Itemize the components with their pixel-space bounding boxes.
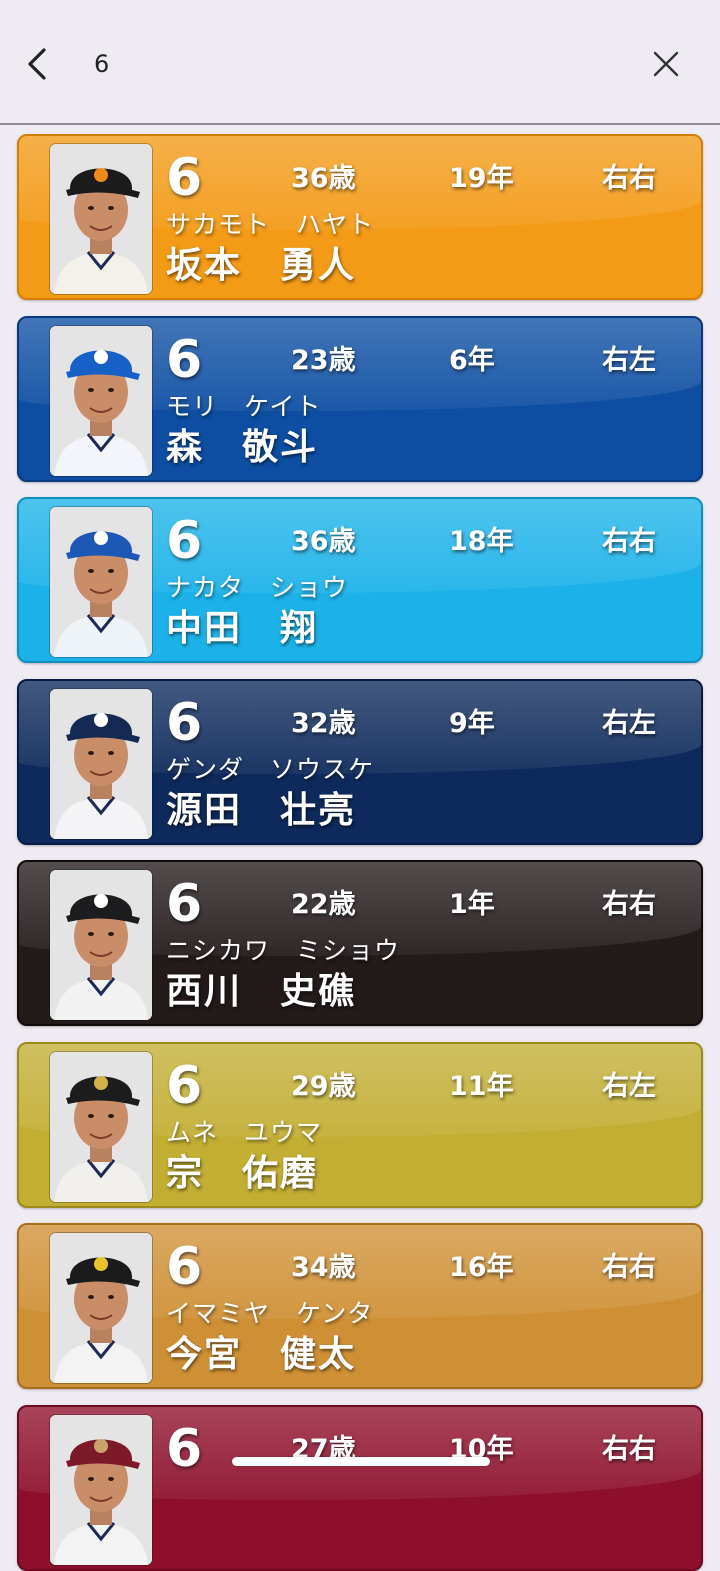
throw-bat-hand: 右右 xyxy=(602,889,656,920)
player-photo xyxy=(50,1414,152,1565)
player-name-kana: イマミヤ ケンタ xyxy=(166,1299,374,1328)
uniform-number: 6 xyxy=(166,329,203,390)
player-name-kana: モリ ケイト xyxy=(166,391,322,421)
player-photo xyxy=(50,507,152,657)
throw-bat-hand: 右右 xyxy=(602,163,656,194)
player-name-kana: ニシカワ ミショウ xyxy=(166,936,401,965)
clear-search-button[interactable] xyxy=(646,44,686,84)
uniform-number: 6 xyxy=(166,511,203,571)
player-age: 36歳 xyxy=(291,526,356,557)
player-name: 源田 壮亮 xyxy=(166,789,357,831)
player-age: 23歳 xyxy=(291,344,356,376)
player-photo xyxy=(50,144,152,294)
player-card[interactable]: 6 36歳 18年 右右ナカタ ショウ中田 翔 xyxy=(17,497,703,663)
player-card[interactable]: 6 34歳 16年 右右イマミヤ ケンタ今宮 健太 xyxy=(17,1223,703,1389)
uniform-number: 6 xyxy=(166,1055,203,1116)
back-button[interactable] xyxy=(18,44,58,84)
uniform-number: 6 xyxy=(166,1237,203,1297)
throw-bat-hand: 右右 xyxy=(602,526,656,557)
player-photo xyxy=(50,688,152,839)
search-input[interactable] xyxy=(82,42,602,86)
player-photo xyxy=(50,1233,152,1383)
player-card[interactable]: 6 23歳 6年 右左モリ ケイト森 敬斗 xyxy=(17,315,703,482)
player-age: 34歳 xyxy=(291,1252,356,1283)
uniform-number: 6 xyxy=(166,874,203,934)
player-photo xyxy=(50,870,152,1020)
player-age: 29歳 xyxy=(291,1070,356,1102)
throw-bat-hand: 右左 xyxy=(602,1070,656,1102)
player-years: 18年 xyxy=(449,526,514,557)
player-card[interactable]: 6 36歳 19年 右右サカモト ハヤト坂本 勇人 xyxy=(17,134,703,300)
player-card[interactable]: 6 32歳 9年 右左ゲンダ ソウスケ源田 壮亮 xyxy=(17,678,703,845)
player-name-kana: ナカタ ショウ xyxy=(166,573,349,602)
uniform-number: 6 xyxy=(166,148,203,208)
chevron-left-icon xyxy=(28,48,46,80)
uniform-number: 6 xyxy=(166,1418,203,1479)
player-age: 22歳 xyxy=(291,889,356,920)
player-name: 今宮 健太 xyxy=(166,1334,357,1375)
player-card[interactable]: 6 27歳 10年 右右 xyxy=(17,1404,703,1571)
player-name-kana: サカモト ハヤト xyxy=(166,210,375,239)
player-photo xyxy=(50,1051,152,1202)
player-name: 西川 史礁 xyxy=(166,971,357,1012)
player-years: 9年 xyxy=(449,707,495,739)
player-name: 宗 佑磨 xyxy=(166,1152,319,1194)
search-header xyxy=(0,0,720,125)
player-age: 36歳 xyxy=(291,163,356,194)
throw-bat-hand: 右左 xyxy=(602,707,656,739)
player-years: 19年 xyxy=(449,163,514,194)
player-name: 坂本 勇人 xyxy=(166,245,357,286)
player-name: 森 敬斗 xyxy=(166,426,319,468)
uniform-number: 6 xyxy=(166,692,203,753)
player-name-kana: ムネ ユウマ xyxy=(166,1117,323,1147)
player-years: 1年 xyxy=(449,889,495,920)
throw-bat-hand: 右右 xyxy=(602,1433,656,1465)
player-name: 中田 翔 xyxy=(166,608,319,649)
throw-bat-hand: 右右 xyxy=(602,1252,656,1283)
player-name-kana: ゲンダ ソウスケ xyxy=(166,754,375,784)
throw-bat-hand: 右左 xyxy=(602,344,656,376)
home-indicator[interactable] xyxy=(232,1457,490,1466)
player-years: 11年 xyxy=(449,1070,514,1102)
player-card[interactable]: 6 22歳 1年 右右ニシカワ ミショウ西川 史礁 xyxy=(17,860,703,1026)
player-card[interactable]: 6 29歳 11年 右左ムネ ユウマ宗 佑磨 xyxy=(17,1041,703,1208)
player-years: 6年 xyxy=(449,344,495,376)
player-age: 32歳 xyxy=(291,707,356,739)
player-photo xyxy=(50,325,152,476)
player-years: 16年 xyxy=(449,1252,514,1283)
close-icon xyxy=(653,51,679,77)
